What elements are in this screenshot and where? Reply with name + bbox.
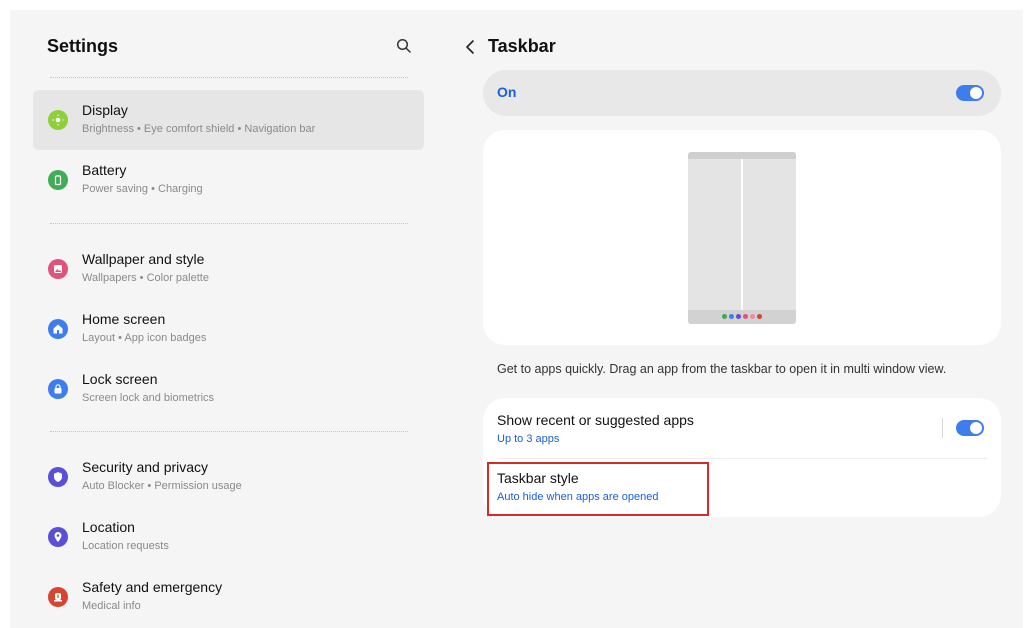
settings-item-lock-screen[interactable]: Lock screen Screen lock and biometrics bbox=[33, 359, 424, 419]
taskbar-options-card: Show recent or suggested apps Up to 3 ap… bbox=[483, 398, 1001, 517]
app-dot bbox=[722, 314, 727, 319]
taskbar-description: Get to apps quickly. Drag an app from th… bbox=[497, 362, 947, 376]
alert-icon bbox=[48, 587, 68, 607]
settings-item-display[interactable]: Display Brightness • Eye comfort shield … bbox=[33, 90, 424, 150]
settings-item-location[interactable]: Location Location requests bbox=[33, 507, 424, 567]
taskbar-preview-card bbox=[483, 130, 1001, 345]
taskbar-toggle[interactable] bbox=[956, 85, 984, 101]
show-recent-apps-option[interactable]: Show recent or suggested apps Up to 3 ap… bbox=[483, 398, 1001, 458]
item-subtitle: Location requests bbox=[82, 540, 169, 552]
search-icon bbox=[396, 38, 411, 53]
image-icon bbox=[48, 259, 68, 279]
vertical-separator bbox=[942, 418, 943, 438]
settings-item-battery[interactable]: Battery Power saving • Charging bbox=[33, 150, 424, 210]
option-title: Taskbar style bbox=[497, 470, 579, 486]
item-title: Wallpaper and style bbox=[82, 251, 205, 267]
item-subtitle: Auto Blocker • Permission usage bbox=[82, 480, 242, 492]
item-subtitle: Wallpapers • Color palette bbox=[82, 272, 209, 284]
app-dot bbox=[750, 314, 755, 319]
item-title: Battery bbox=[82, 162, 127, 178]
battery-icon bbox=[48, 170, 68, 190]
app-dot bbox=[743, 314, 748, 319]
chevron-left-icon bbox=[466, 40, 474, 54]
section-divider bbox=[50, 77, 408, 78]
settings-item-home-screen[interactable]: Home screen Layout • App icon badges bbox=[33, 299, 424, 359]
page-title: Taskbar bbox=[488, 36, 556, 56]
app-dot bbox=[736, 314, 741, 319]
home-icon bbox=[48, 319, 68, 339]
foldable-device-illustration bbox=[688, 152, 796, 324]
settings-item-safety-emergency[interactable]: Safety and emergency Medical info bbox=[33, 567, 424, 627]
back-button[interactable] bbox=[462, 37, 478, 57]
app-dot bbox=[757, 314, 762, 319]
location-pin-icon bbox=[48, 527, 68, 547]
item-subtitle: Layout • App icon badges bbox=[82, 332, 207, 344]
on-label: On bbox=[497, 84, 517, 100]
item-subtitle: Medical info bbox=[82, 600, 141, 612]
lock-icon bbox=[48, 379, 68, 399]
option-subtitle: Auto hide when apps are opened bbox=[497, 491, 659, 503]
option-subtitle: Up to 3 apps bbox=[497, 433, 560, 445]
settings-screen: Settings Display Brightness • Eye comfor… bbox=[10, 10, 1023, 628]
taskbar-style-option[interactable]: Taskbar style Auto hide when apps are op… bbox=[483, 459, 1001, 517]
item-title: Safety and emergency bbox=[82, 579, 223, 595]
item-title: Location bbox=[82, 519, 135, 535]
device-hinge bbox=[741, 159, 743, 310]
item-subtitle: Brightness • Eye comfort shield • Naviga… bbox=[82, 123, 316, 135]
sun-icon bbox=[48, 110, 68, 130]
search-button[interactable] bbox=[394, 36, 414, 56]
item-subtitle: Screen lock and biometrics bbox=[82, 392, 215, 404]
item-title: Display bbox=[82, 102, 128, 118]
settings-title: Settings bbox=[47, 36, 119, 56]
app-dot bbox=[729, 314, 734, 319]
item-subtitle: Power saving • Charging bbox=[82, 183, 203, 195]
item-title: Home screen bbox=[82, 311, 166, 327]
section-divider bbox=[50, 223, 408, 224]
section-divider bbox=[50, 431, 408, 432]
option-title: Show recent or suggested apps bbox=[497, 412, 694, 428]
shield-icon bbox=[48, 467, 68, 487]
item-title: Security and privacy bbox=[82, 459, 209, 475]
taskbar-app-dots bbox=[688, 314, 796, 320]
recent-apps-toggle[interactable] bbox=[956, 420, 984, 436]
settings-item-wallpaper[interactable]: Wallpaper and style Wallpapers • Color p… bbox=[33, 239, 424, 299]
settings-item-security-privacy[interactable]: Security and privacy Auto Blocker • Perm… bbox=[33, 447, 424, 507]
device-status-bar bbox=[688, 152, 796, 159]
item-title: Lock screen bbox=[82, 371, 158, 387]
device-taskbar bbox=[688, 310, 796, 324]
taskbar-master-switch-row[interactable]: On bbox=[483, 70, 1001, 116]
settings-list-pane: Settings Display Brightness • Eye comfor… bbox=[10, 10, 440, 628]
